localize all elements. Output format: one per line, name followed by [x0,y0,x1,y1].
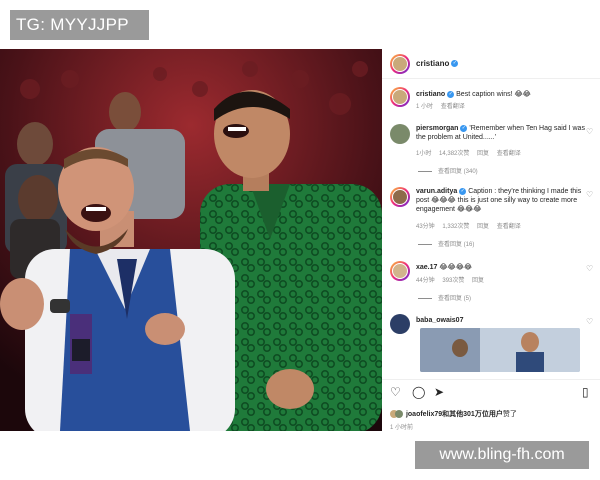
liked-by-summary[interactable]: joaofelix79和其他301万位用户赞了 [390,409,517,419]
author-username[interactable]: cristiano ✓ [416,59,459,68]
caption-meta: 1 小时 查看翻译 [416,101,471,110]
comment-translate-link[interactable]: 查看翻译 [497,224,521,230]
comment-likes[interactable]: 14,382次赞 [439,151,469,157]
verified-badge-icon: ✓ [447,90,455,98]
comment-image-thumbnail[interactable] [420,328,580,372]
comment-like-heart-icon[interactable]: ♡ [586,191,594,199]
caption-text: cristiano ✓ Best caption wins! 😂😂 [416,90,586,99]
caption-username[interactable]: cristiano [416,91,445,98]
post-actions: ♡ ◯ ➤ ▯ joaofelix79和其他301万位用户赞了 1 小时前 [382,379,600,431]
post-sidebar: cristiano ✓ cristiano ✓ Best caption wins!… [382,49,600,431]
comment-reply-link[interactable]: 回复 [477,151,489,157]
view-replies-link[interactable]: 查看回复 (5) [418,293,471,302]
comment-reply-link[interactable]: 回复 [472,278,484,284]
comment-reply-link[interactable]: 回复 [477,224,489,230]
comment-like-heart-icon[interactable]: ♡ [586,128,594,136]
commenter-avatar[interactable] [390,314,410,334]
comment-body: 😂😂😂😂 [439,264,473,271]
channel-badge: TG: MYYJJPP [10,10,149,40]
bookmark-icon[interactable]: ▯ [582,386,589,398]
commenter-username[interactable]: varun.aditya [416,188,457,195]
liked-by-others[interactable]: 和其他301万位用户 [442,411,503,418]
caption-body: Best caption wins! 😂😂 [456,91,531,98]
comment-like-heart-icon[interactable]: ♡ [586,318,594,326]
comment-text: piersmorgan ✓ 'Remember when Ten Hag said… [416,124,588,142]
comment-meta: 1小时 14,382次赞 回复 查看翻译 [416,148,527,157]
caption-time: 1 小时 [416,104,434,110]
view-replies-link[interactable]: 查看回复 (16) [418,239,474,248]
comment-meta: 44分钟 393次赞 回复 [416,275,490,284]
caption-translate-link[interactable]: 查看翻译 [441,104,465,110]
comment-likes[interactable]: 1,332次赞 [442,224,469,230]
share-icon[interactable]: ➤ [434,386,444,398]
post-time: 1 小时前 [390,425,414,431]
heart-icon[interactable]: ♡ [390,386,401,398]
comment-text: xae.17 😂😂😂😂 [416,263,586,272]
comment-time: 1小时 [416,151,432,157]
comment-likes[interactable]: 393次赞 [442,278,464,284]
comment-text: varun.aditya ✓ Caption : they're thinking… [416,187,588,214]
comment-translate-link[interactable]: 查看翻译 [497,151,521,157]
site-watermark: www.bling-fh.com [415,441,589,469]
author-username-text[interactable]: cristiano [416,59,449,68]
verified-badge-icon: ✓ [451,60,459,68]
commenter-username[interactable]: xae.17 [416,264,437,271]
comment-meta: 43分钟 1,332次赞 回复 查看翻译 [416,221,527,230]
liked-by-user[interactable]: joaofelix79 [406,411,442,418]
comment-time: 43分钟 [416,224,435,230]
comment-icon[interactable]: ◯ [412,386,425,398]
commenter-avatar[interactable] [390,124,410,144]
caption-avatar[interactable] [390,87,410,107]
comment-time: 44分钟 [416,278,435,284]
post-header: cristiano ✓ [382,49,600,79]
verified-badge-icon: ✓ [460,124,468,132]
verified-badge-icon: ✓ [459,187,467,195]
commenter-avatar[interactable] [390,187,410,207]
author-avatar[interactable] [390,54,410,74]
comment-text: baba_owais07 [416,316,586,325]
comment-like-heart-icon[interactable]: ♡ [586,265,594,273]
commenter-username[interactable]: piersmorgan [416,125,458,132]
view-replies-link[interactable]: 查看回复 (340) [418,166,478,175]
commenter-username[interactable]: baba_owais07 [416,317,463,324]
commenter-avatar[interactable] [390,261,410,281]
post-photo [0,49,382,431]
liked-by-suffix: 赞了 [502,411,517,418]
